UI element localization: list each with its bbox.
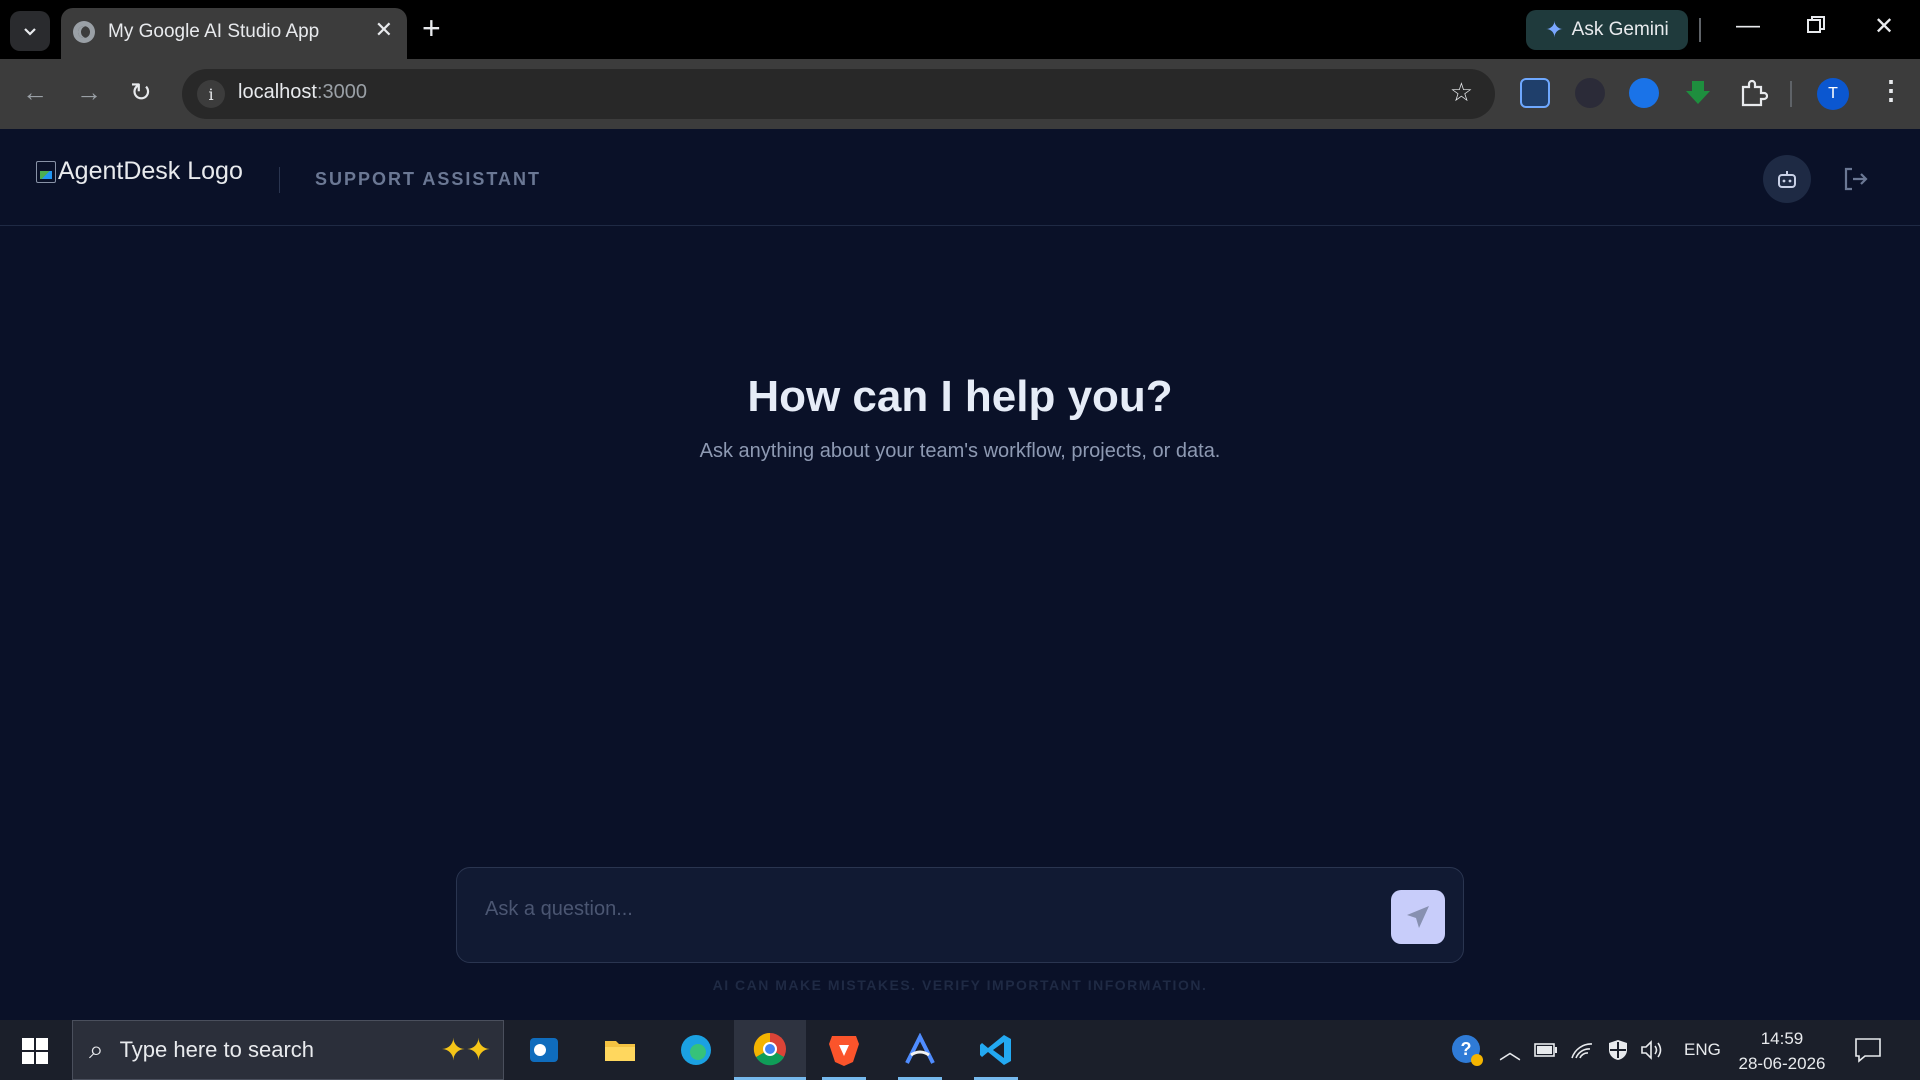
ai-disclaimer: AI CAN MAKE MISTAKES. VERIFY IMPORTANT I… [712,977,1208,993]
taskbar-search[interactable]: ⌕ Type here to search ✦✦ [72,1020,504,1080]
clock-time: 14:59 [1760,1029,1804,1048]
logout-icon [1844,167,1868,191]
taskbar-clock[interactable]: 14:59 28-06-2026 [1736,1026,1828,1076]
send-icon [1407,906,1429,928]
toolbar-divider [1699,18,1701,42]
app-header: AgentDesk Logo SUPPORT ASSISTANT [0,129,1920,226]
screen-capture-extension-icon[interactable] [1520,78,1550,108]
chevron-down-icon [24,28,36,36]
new-tab-button[interactable]: + [422,10,441,47]
glasses-extension-icon[interactable] [1629,78,1659,108]
close-tab-icon[interactable]: ✕ [375,17,393,43]
ask-gemini-button[interactable]: ✦ Ask Gemini [1526,10,1688,50]
chat-composer [456,867,1464,963]
wifi-icon[interactable] [1570,1020,1594,1080]
vscode-icon[interactable] [960,1020,1032,1080]
send-button[interactable] [1391,890,1445,944]
chat-main: How can I help you? Ask anything about y… [0,226,1920,1020]
notifications-icon[interactable] [1854,1037,1882,1068]
show-hidden-icons-icon[interactable]: ︿ [1499,1020,1521,1080]
app-subtitle: SUPPORT ASSISTANT [315,169,542,189]
taskbar-search-placeholder: Type here to search [119,1037,315,1062]
input-language[interactable]: ENG [1684,1020,1721,1080]
brave-icon[interactable] [808,1020,880,1080]
window-close-icon[interactable]: ✕ [1874,12,1894,41]
app-logo: AgentDesk Logo [36,157,243,186]
battery-icon[interactable] [1534,1020,1558,1080]
edge-icon[interactable] [660,1020,732,1080]
volume-icon[interactable] [1640,1020,1664,1080]
outlook-icon[interactable] [508,1020,580,1080]
broken-image-icon [36,160,56,183]
globe-icon [73,21,95,43]
forward-icon[interactable]: → [76,77,102,108]
url-text: localhost:3000 [238,81,367,103]
logout-button[interactable] [1840,164,1870,199]
clock-date: 28-06-2026 [1738,1054,1826,1073]
security-shield-icon[interactable] [1606,1020,1630,1080]
site-info-icon[interactable]: i [197,80,225,108]
ask-gemini-label: Ask Gemini [1571,19,1669,40]
robot-icon [1778,171,1796,188]
windows-start-icon[interactable] [22,1038,48,1069]
download-extension-icon[interactable] [1683,78,1713,108]
question-input[interactable] [485,894,1335,924]
browser-toolbar: ← → ↻ i localhost:3000 ☆ T ⋮ [0,59,1920,129]
browser-tab-strip: My Google AI Studio App ✕ + ✦ Ask Gemini… [0,0,1920,59]
profile-avatar[interactable]: T [1817,78,1849,110]
restore-icon[interactable] [1806,14,1826,42]
hero-subtitle: Ask anything about your team's workflow,… [699,440,1221,462]
address-bar[interactable]: i localhost:3000 ☆ [182,69,1495,119]
arc-icon[interactable] [884,1020,956,1080]
bookmark-star-icon[interactable]: ☆ [1450,77,1473,108]
tab-title: My Google AI Studio App [108,21,320,42]
hero-title: How can I help you? [747,372,1173,421]
gemini-sparkle-icon: ✦ [1545,17,1564,42]
bot-button[interactable] [1763,155,1811,203]
chrome-menu-icon[interactable]: ⋮ [1878,75,1904,106]
pen-extension-icon[interactable] [1575,78,1605,108]
windows-taskbar: ⌕ Type here to search ✦✦ ? ︿ ENG 14:59 2… [0,1020,1920,1080]
reload-icon[interactable]: ↻ [130,77,152,108]
logo-alt-text: AgentDesk Logo [58,157,243,185]
minimize-icon[interactable]: — [1736,12,1760,40]
file-explorer-icon[interactable] [584,1020,656,1080]
search-icon: ⌕ [89,1034,104,1064]
tab-search-button[interactable] [10,11,50,51]
toolbar-divider [1790,81,1792,107]
header-divider [279,167,280,193]
chrome-icon[interactable] [734,1020,806,1080]
svg-text:?: ? [1461,1039,1472,1059]
help-icon[interactable]: ? [1450,1020,1484,1080]
extensions-puzzle-icon[interactable] [1738,78,1769,108]
copilot-sparkle-icon: ✦✦ [440,1034,491,1067]
browser-tab[interactable]: My Google AI Studio App ✕ [61,8,407,59]
back-icon[interactable]: ← [22,77,48,108]
